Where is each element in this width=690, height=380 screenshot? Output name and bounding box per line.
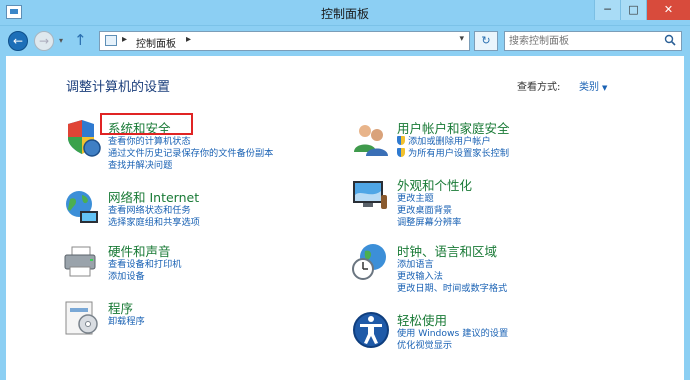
window-controls: ─ □ ✕ [594,0,690,20]
sublink[interactable]: 为所有用户设置家长控制 [397,148,509,160]
up-arrow-icon[interactable]: ↑ [74,32,87,48]
ease-of-access-title[interactable]: 轻松使用 [397,310,447,329]
sublink[interactable]: 查看你的计算机状态 [108,136,273,148]
sublink[interactable]: 使用 Windows 建议的设置 [397,328,508,340]
network-globe-icon[interactable] [62,187,102,227]
maximize-button[interactable]: □ [620,0,646,20]
hardware-title[interactable]: 硬件和声音 [108,241,171,260]
clock-language-title[interactable]: 时钟、语言和区域 [397,241,497,260]
sublink[interactable]: 查看设备和打印机 [108,259,182,271]
title-bar: 控制面板 ─ □ ✕ [0,0,690,26]
close-button[interactable]: ✕ [646,0,690,20]
sublink-list: 查看你的计算机状态 通过文件历史记录保存你的文件备份副本 查找并解决问题 [108,136,273,173]
back-button[interactable]: ← [8,31,28,51]
sublink[interactable]: 添加设备 [108,271,182,283]
display-icon[interactable] [351,175,391,215]
content-pane: 调整计算机的设置 查看方式: 类别 ▼ 系统和安全 查看你的计算机状态 通过文件历… [0,56,690,380]
breadcrumb-separator-icon[interactable]: ▸ [122,34,127,45]
network-title[interactable]: 网络和 Internet [108,187,199,206]
ease-of-access-icon[interactable] [351,310,391,350]
highlight-box [100,113,193,135]
window-title: 控制面板 [320,7,369,21]
sublink-list: 添加或删除用户帐户 为所有用户设置家长控制 [397,136,509,160]
breadcrumb-control-panel[interactable]: 控制面板 [136,35,176,50]
sublink[interactable]: 添加语言 [397,259,507,271]
sublink-list: 更改主题 更改桌面背景 调整屏幕分辨率 [397,193,461,230]
programs-title[interactable]: 程序 [108,298,133,317]
recent-locations-dropdown-icon[interactable]: ▾ [59,36,63,45]
view-by-dropdown[interactable]: 类别 ▼ [579,78,607,93]
refresh-button[interactable]: ↻ [474,31,498,51]
users-icon[interactable] [351,118,391,158]
sublink[interactable]: 更改日期、时间或数字格式 [397,283,507,295]
user-accounts-title[interactable]: 用户帐户和家庭安全 [397,118,510,137]
minimize-button[interactable]: ─ [594,0,620,20]
sublink-list: 卸载程序 [108,316,145,328]
sublink[interactable]: 调整屏幕分辨率 [397,217,461,229]
sublink-list: 使用 Windows 建议的设置 优化视觉显示 [397,328,508,352]
sublink[interactable]: 更改主题 [397,193,461,205]
search-icon[interactable] [664,34,676,46]
sublink[interactable]: 优化视觉显示 [397,340,508,352]
sublink-list: 添加语言 更改输入法 更改日期、时间或数字格式 [397,259,507,296]
sublink[interactable]: 更改桌面背景 [397,205,461,217]
clock-globe-icon[interactable] [351,241,391,281]
control-panel-icon [105,35,117,46]
sublink[interactable]: 通过文件历史记录保存你的文件备份副本 [108,148,273,160]
page-title: 调整计算机的设置 [66,80,171,95]
uac-shield-icon [397,148,405,158]
address-bar[interactable]: ▸ 控制面板 ▸ ▾ [99,31,470,51]
navigation-bar: ← → ▾ ↑ ▸ 控制面板 ▸ ▾ ↻ [0,26,690,56]
address-dropdown-icon[interactable]: ▾ [459,34,464,44]
sublink-list: 查看设备和打印机 添加设备 [108,259,182,283]
shield-icon[interactable] [62,118,102,158]
search-box[interactable] [504,31,682,51]
uac-shield-icon [397,136,405,145]
view-by-value[interactable]: 类别 [579,82,599,93]
sublink[interactable]: 查看网络状态和任务 [108,205,200,217]
sublink[interactable]: 查找并解决问题 [108,160,273,172]
forward-button[interactable]: → [34,31,54,51]
caret-down-icon[interactable]: ▼ [602,84,607,92]
sublink[interactable]: 选择家庭组和共享选项 [108,217,200,229]
search-input[interactable] [509,34,659,48]
breadcrumb-separator-icon[interactable]: ▸ [186,34,191,45]
category-title-link[interactable]: 系统和安全 [100,113,193,137]
view-by-label: 查看方式: [517,82,561,93]
printer-icon[interactable] [62,241,102,281]
sublink-list: 查看网络状态和任务 选择家庭组和共享选项 [108,205,200,229]
sublink[interactable]: 添加或删除用户帐户 [397,136,509,148]
sublink[interactable]: 更改输入法 [397,271,507,283]
sublink[interactable]: 卸载程序 [108,316,145,328]
programs-icon[interactable] [62,298,102,338]
appearance-title[interactable]: 外观和个性化 [397,175,472,194]
